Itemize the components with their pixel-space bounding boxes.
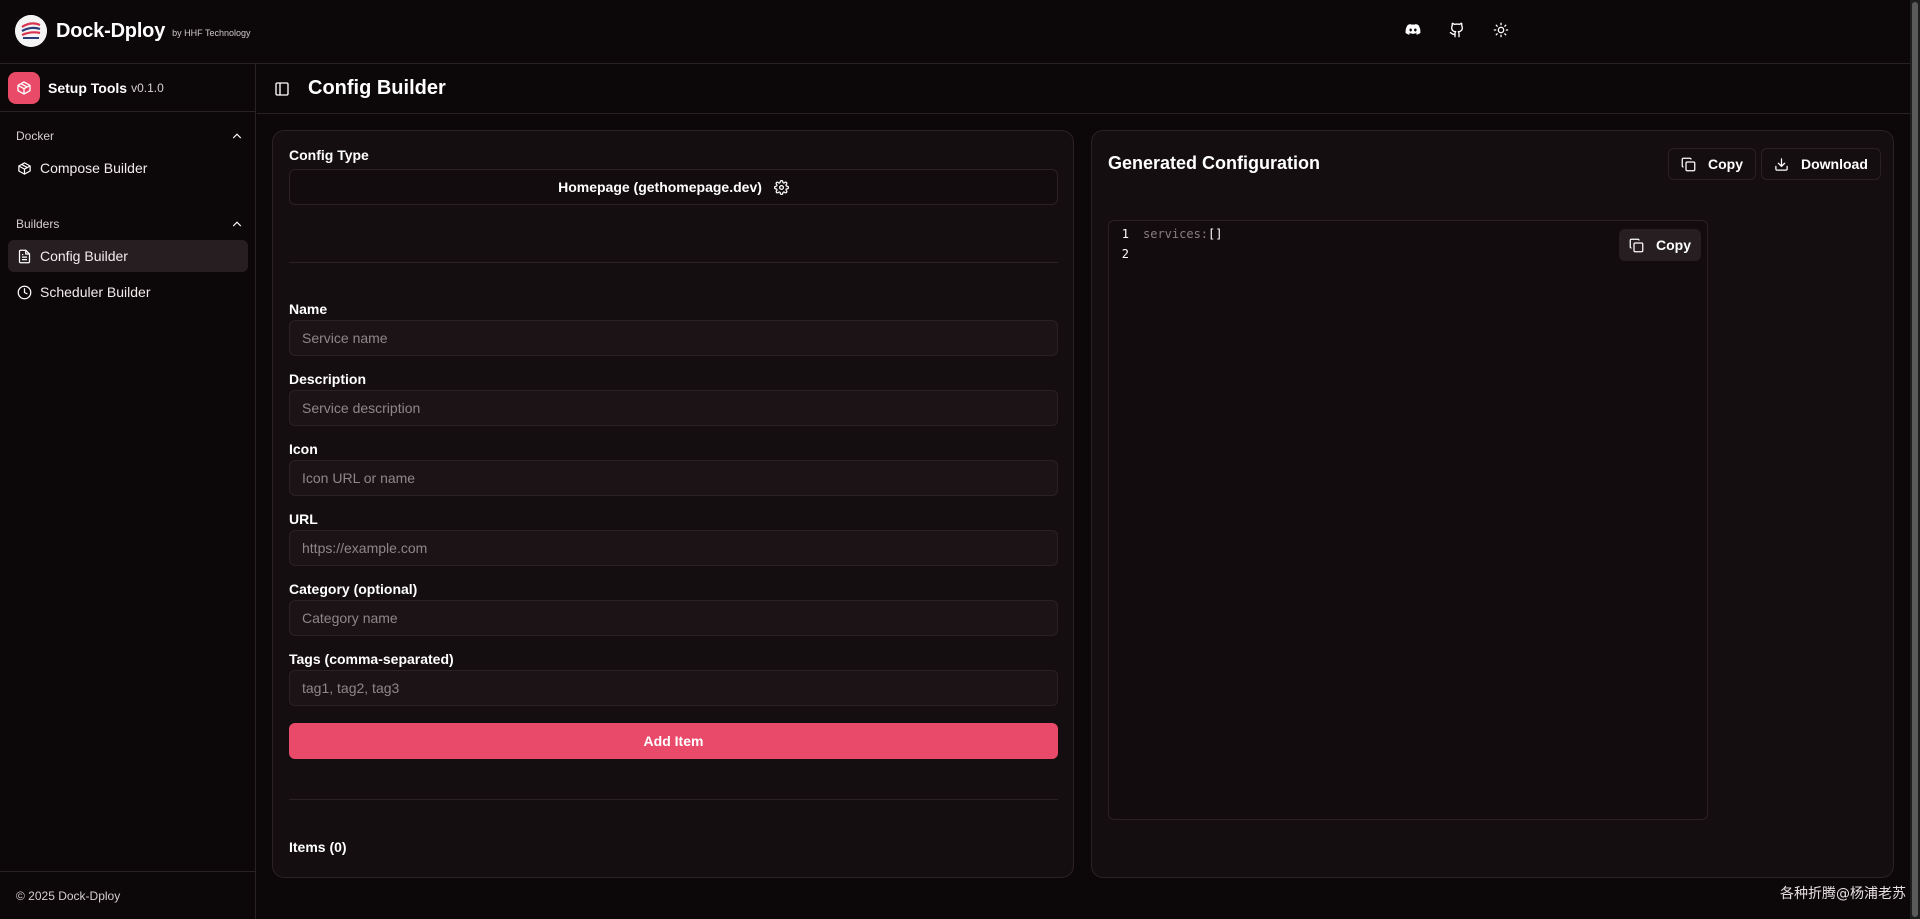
code-line: 2 (1109, 244, 1137, 264)
icon-label: Icon (289, 441, 318, 457)
name-label: Name (289, 301, 328, 317)
copy-button[interactable]: Copy (1668, 148, 1756, 180)
items-count: Items (0) (289, 839, 347, 855)
file-text-icon (16, 248, 32, 264)
brand-name: Dock-Dploy (56, 19, 166, 42)
group-label: Builders (16, 217, 60, 231)
config-type-value: Homepage (gethomepage.dev) (558, 179, 762, 195)
sidebar-group-builders: Builders Config Builder Scheduler Builde… (0, 208, 256, 308)
config-form-card: Config Type Homepage (gethomepage.dev) N… (272, 130, 1074, 878)
sidebar-group-label-docker[interactable]: Docker (0, 120, 256, 152)
sidebar-item-label: Config Builder (40, 248, 128, 264)
icon-input[interactable] (289, 460, 1058, 496)
sidebar-group-docker: Docker Compose Builder (0, 120, 256, 184)
description-label: Description (289, 371, 367, 387)
github-icon[interactable] (1447, 20, 1467, 40)
discord-icon[interactable] (1403, 20, 1423, 40)
sidebar-item-config-builder[interactable]: Config Builder (8, 240, 248, 272)
package-icon (8, 71, 40, 104)
description-input[interactable] (289, 390, 1058, 426)
sidebar-item-compose-builder[interactable]: Compose Builder (8, 152, 248, 184)
chevron-up-icon (232, 221, 242, 227)
download-icon (1774, 157, 1789, 172)
scrollbar-thumb[interactable] (1912, 2, 1918, 917)
sidebar-item-scheduler-builder[interactable]: Scheduler Builder (8, 276, 248, 308)
watermark: 各种折腾@杨浦老苏 (1780, 886, 1906, 902)
sidebar-item-label: Compose Builder (40, 160, 148, 176)
line-number: 2 (1121, 247, 1129, 261)
code-value: [] (1208, 227, 1223, 241)
add-item-button[interactable]: Add Item (289, 723, 1058, 759)
editor-copy-button[interactable]: Copy (1619, 229, 1701, 261)
brand-byline: by HHF Technology (172, 28, 251, 38)
url-input[interactable] (289, 530, 1058, 566)
code-editor[interactable]: 1 services: [] 2 Copy (1108, 220, 1708, 820)
sidebar-footer: © 2025 Dock-Dploy (0, 871, 255, 919)
brand-logo (15, 15, 47, 47)
tags-label: Tags (comma-separated) (289, 651, 454, 667)
category-input[interactable] (289, 600, 1058, 636)
download-label: Download (1801, 156, 1868, 172)
line-number: 1 (1121, 227, 1129, 241)
box-icon (16, 160, 32, 176)
copy-icon (1681, 157, 1696, 172)
config-type-label: Config Type (289, 147, 369, 163)
category-label: Category (optional) (289, 581, 418, 597)
divider (289, 799, 1058, 800)
copy-label: Copy (1708, 156, 1743, 172)
sidebar-header[interactable]: Setup Tools v0.1.0 (0, 64, 255, 112)
url-label: URL (289, 511, 318, 527)
code-key: services: (1143, 227, 1209, 241)
sidebar-app-title: Setup Tools (48, 79, 128, 96)
generated-config-card: Generated Configuration Copy Download 1 … (1091, 130, 1894, 878)
page-scrollbar[interactable] (1910, 0, 1920, 919)
sidebar-item-label: Scheduler Builder (40, 284, 151, 300)
editor-copy-label: Copy (1656, 237, 1691, 253)
sidebar-app-version: v0.1.0 (131, 80, 164, 95)
page-title: Config Builder (308, 77, 446, 99)
name-input[interactable] (289, 320, 1058, 356)
code-line: 1 services: [] (1109, 224, 1223, 244)
config-type-select[interactable]: Homepage (gethomepage.dev) (289, 169, 1058, 205)
copy-icon (1629, 238, 1644, 253)
divider (289, 262, 1058, 263)
tags-input[interactable] (289, 670, 1058, 706)
generated-config-title: Generated Configuration (1108, 153, 1321, 173)
group-label: Docker (16, 129, 55, 143)
top-header: Dock-Dploy by HHF Technology (0, 0, 1910, 64)
sidebar-toggle-icon[interactable] (272, 79, 292, 99)
sidebar: Setup Tools v0.1.0 Docker Compose Builde… (0, 64, 256, 919)
sun-icon[interactable] (1491, 20, 1511, 40)
gear-icon (773, 179, 789, 195)
brand[interactable]: Dock-Dploy by HHF Technology (15, 15, 251, 47)
chevron-up-icon (232, 133, 242, 139)
clock-icon (16, 284, 32, 300)
main-header: Config Builder (257, 64, 1910, 114)
sidebar-group-label-builders[interactable]: Builders (0, 208, 256, 240)
download-button[interactable]: Download (1761, 148, 1881, 180)
